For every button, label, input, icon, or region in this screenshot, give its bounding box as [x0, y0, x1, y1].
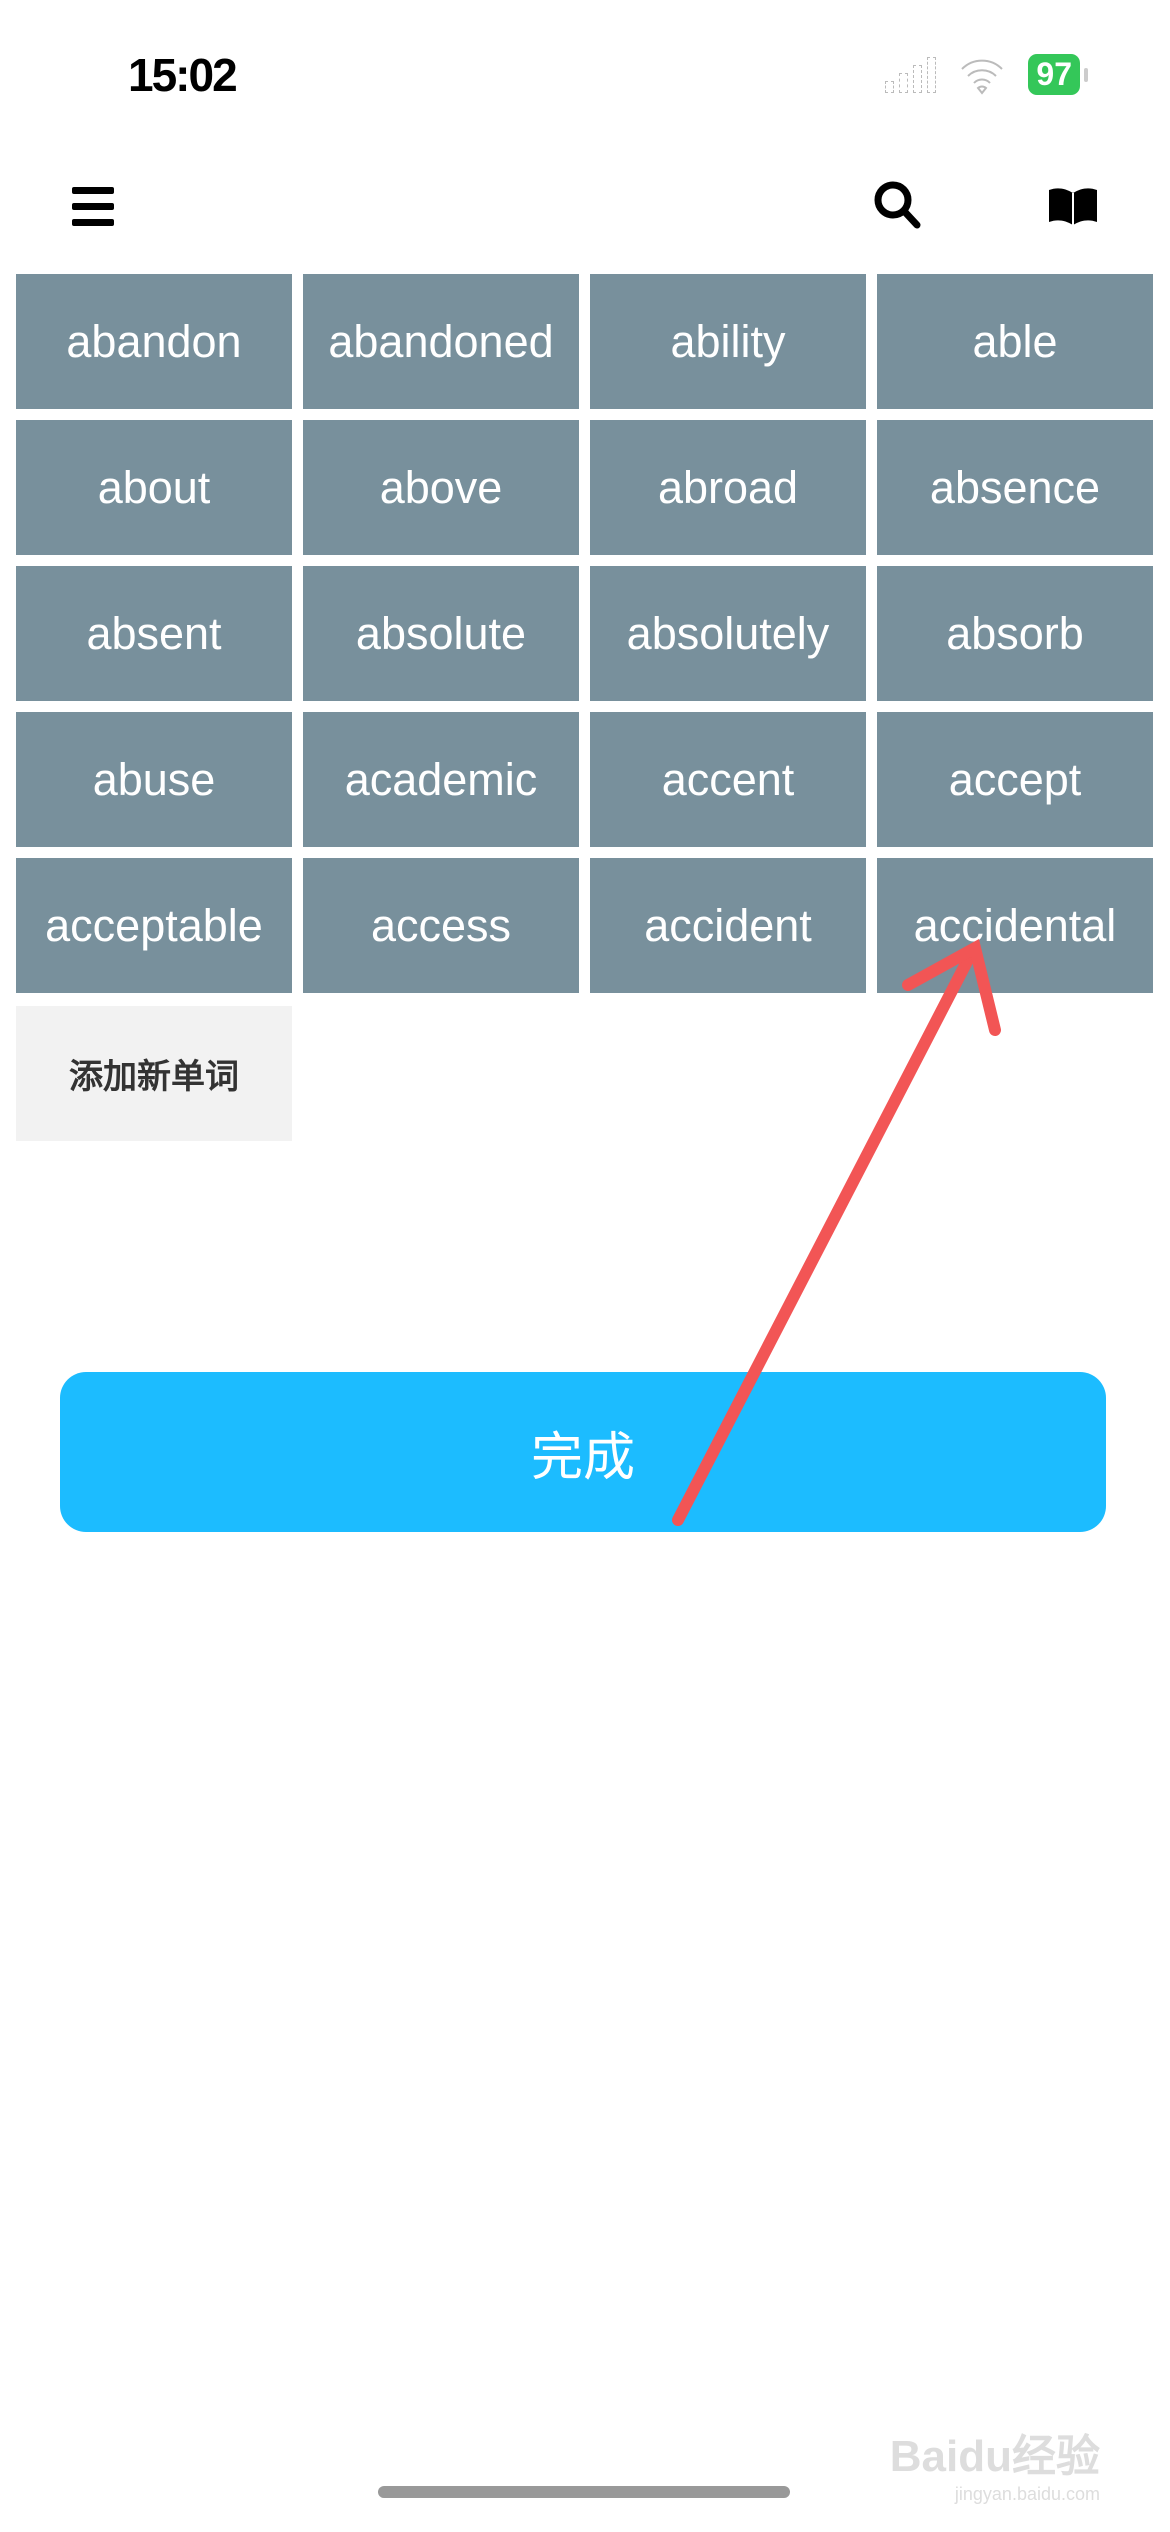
word-tile[interactable]: access [303, 858, 579, 993]
search-icon[interactable] [873, 180, 923, 230]
word-tile[interactable]: absorb [877, 566, 1153, 701]
word-tile[interactable]: ability [590, 274, 866, 409]
battery-cap [1084, 67, 1088, 82]
add-new-word-button[interactable]: 添加新单词 [16, 1006, 292, 1141]
word-tile[interactable]: accident [590, 858, 866, 993]
word-tile[interactable]: absent [16, 566, 292, 701]
word-tile[interactable]: able [877, 274, 1153, 409]
watermark-url: jingyan.baidu.com [954, 2484, 1100, 2504]
word-tile[interactable]: academic [303, 712, 579, 847]
word-tile[interactable]: above [303, 420, 579, 555]
word-tile[interactable]: abandon [16, 274, 292, 409]
word-tile[interactable]: absolutely [590, 566, 866, 701]
book-icon[interactable] [1046, 186, 1100, 226]
status-time: 15:02 [128, 49, 238, 101]
word-tile[interactable]: absolute [303, 566, 579, 701]
word-tile[interactable]: acceptable [16, 858, 292, 993]
menu-icon[interactable] [72, 187, 114, 235]
word-tile[interactable]: absence [877, 420, 1153, 555]
cellular-signal-icon [885, 56, 937, 93]
word-tile[interactable]: abroad [590, 420, 866, 555]
battery-indicator: 97 [1028, 54, 1080, 95]
home-indicator[interactable] [378, 2486, 790, 2498]
done-button[interactable]: 完成 [60, 1372, 1106, 1532]
word-tile[interactable]: accidental [877, 858, 1153, 993]
watermark-brand: Baidu经验 [889, 2432, 1100, 2481]
wifi-icon [961, 59, 1004, 95]
status-indicators: 97 [885, 54, 1088, 95]
word-tile[interactable]: about [16, 420, 292, 555]
watermark: Baidu经验 jingyan.baidu.com [890, 2420, 1100, 2505]
word-tile[interactable]: accept [877, 712, 1153, 847]
word-grid: abandon abandoned ability able about abo… [16, 274, 1153, 993]
word-tile[interactable]: accent [590, 712, 866, 847]
word-tile[interactable]: abandoned [303, 274, 579, 409]
word-tile[interactable]: abuse [16, 712, 292, 847]
